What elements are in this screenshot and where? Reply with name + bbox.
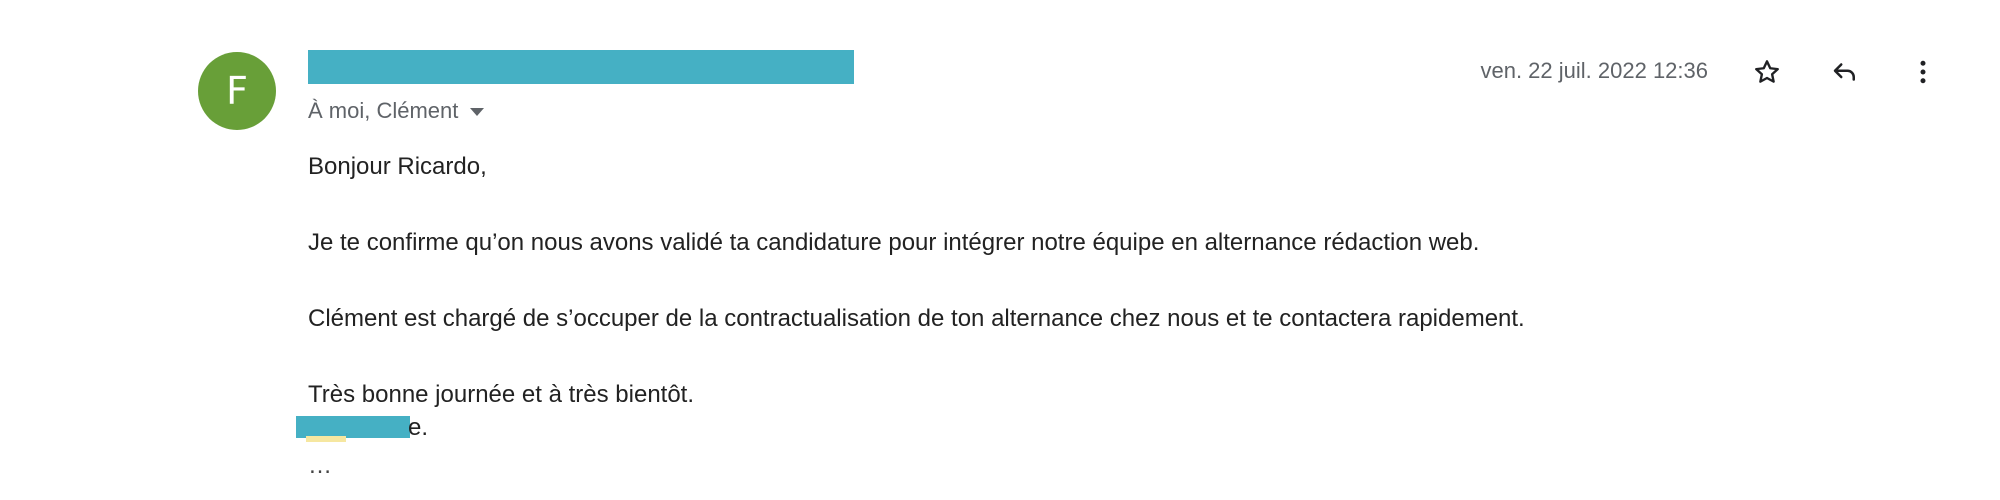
signature: e. [296,414,436,442]
show-trimmed-content[interactable]: … [308,452,332,480]
sender-name-redaction [308,50,854,84]
recipients-label: À moi, Clément [308,98,459,123]
email-date: ven. 22 juil. 2022 12:36 [1480,58,1708,83]
star-icon [1755,60,1779,83]
signature-redaction [296,416,410,438]
sender-avatar[interactable]: F [198,52,276,130]
greeting: Bonjour Ricardo, [308,153,487,180]
reply-icon [1833,63,1855,81]
recipients-dropdown[interactable]: À moi, Clément [308,98,485,124]
more-vert-icon [1920,60,1926,84]
reply-button[interactable] [1825,52,1865,92]
signature-highlight [306,436,346,442]
body-paragraph: Je te confirme qu’on nous avons validé t… [308,229,1480,256]
more-options-button[interactable] [1903,52,1943,92]
email-body: Bonjour Ricardo, Je te confirme qu’on no… [308,148,1525,414]
body-paragraph: Clément est chargé de s’occuper de la co… [308,305,1525,332]
signature-tail: e. [408,414,429,441]
star-button[interactable] [1747,52,1787,92]
closing: Très bonne journée et à très bientôt. [308,381,695,408]
caret-down-icon [470,108,485,116]
